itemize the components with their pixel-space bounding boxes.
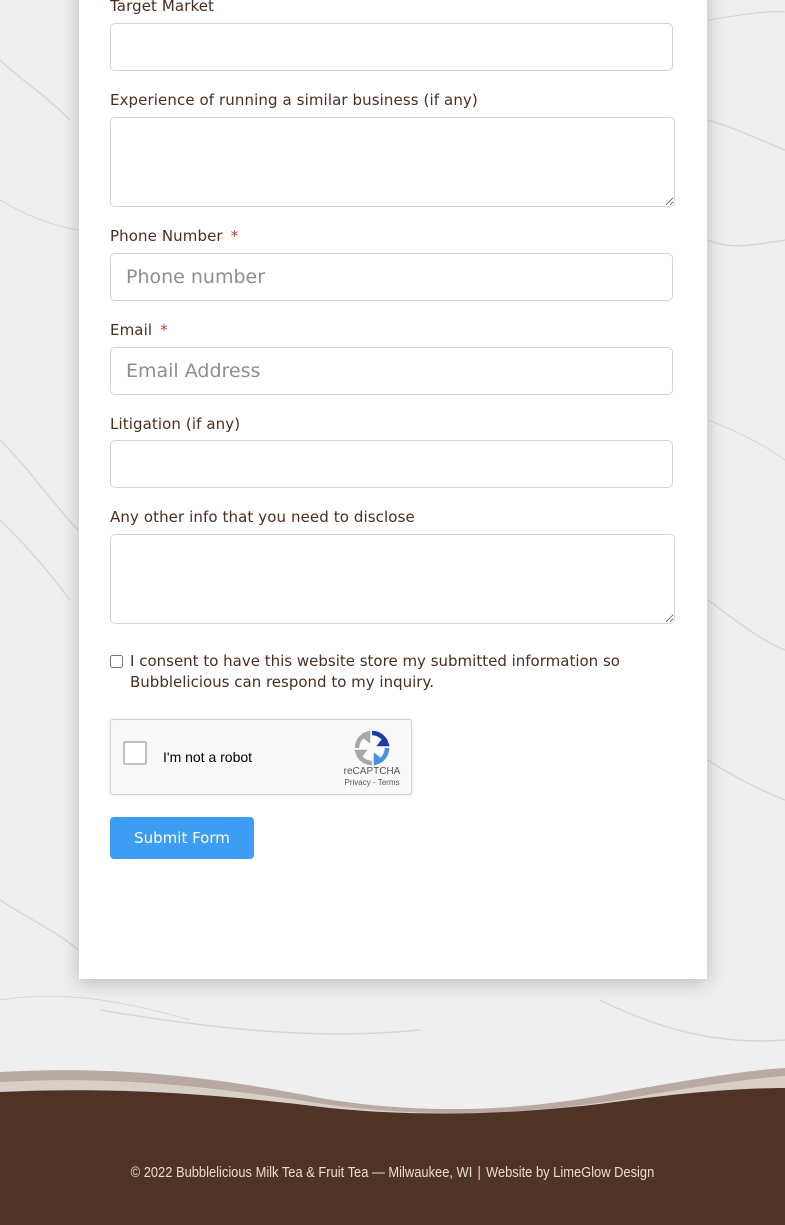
- footer-background: [0, 1068, 785, 1225]
- litigation-input[interactable]: [110, 440, 673, 488]
- recaptcha-widget: I'm not a robot reCAPTCHA Privacy - Term…: [110, 719, 412, 795]
- other-info-textarea[interactable]: [110, 534, 675, 624]
- consent-text: I consent to have this website store my …: [130, 652, 620, 691]
- recaptcha-links-separator: -: [370, 778, 378, 787]
- footer-copyright: © 2022 Bubblelicious Milk Tea & Fruit Te…: [130, 1164, 473, 1181]
- email-label-text: Email: [110, 321, 153, 339]
- recaptcha-terms-link[interactable]: Terms: [378, 778, 400, 787]
- target-market-label: Target Market: [110, 0, 215, 15]
- experience-label: Experience of running a similar business…: [110, 91, 478, 109]
- email-required-marker: *: [160, 321, 168, 339]
- email-label: Email *: [110, 321, 168, 339]
- phone-input[interactable]: [110, 253, 673, 301]
- consent-checkbox[interactable]: [110, 655, 123, 668]
- litigation-label: Litigation (if any): [110, 415, 241, 433]
- submit-form-button[interactable]: Submit Form: [110, 817, 254, 859]
- target-market-input[interactable]: [110, 23, 673, 71]
- experience-textarea[interactable]: [110, 117, 675, 207]
- phone-label-text: Phone Number: [110, 227, 223, 245]
- footer-text: © 2022 Bubblelicious Milk Tea & Fruit Te…: [55, 1164, 730, 1181]
- recaptcha-checkbox[interactable]: [123, 741, 147, 765]
- email-input[interactable]: [110, 347, 673, 395]
- recaptcha-logo-icon: [354, 730, 390, 766]
- other-info-label: Any other info that you need to disclose: [110, 508, 415, 526]
- footer-divider: |: [477, 1164, 481, 1181]
- recaptcha-links: Privacy - Terms: [331, 778, 413, 787]
- recaptcha-privacy-link[interactable]: Privacy: [345, 778, 371, 787]
- footer-credit-link[interactable]: Website by LimeGlow Design: [486, 1164, 654, 1181]
- recaptcha-label: I'm not a robot: [163, 749, 253, 765]
- phone-required-marker: *: [230, 227, 239, 245]
- phone-label: Phone Number *: [110, 227, 238, 245]
- recaptcha-brand: reCAPTCHA: [343, 766, 401, 777]
